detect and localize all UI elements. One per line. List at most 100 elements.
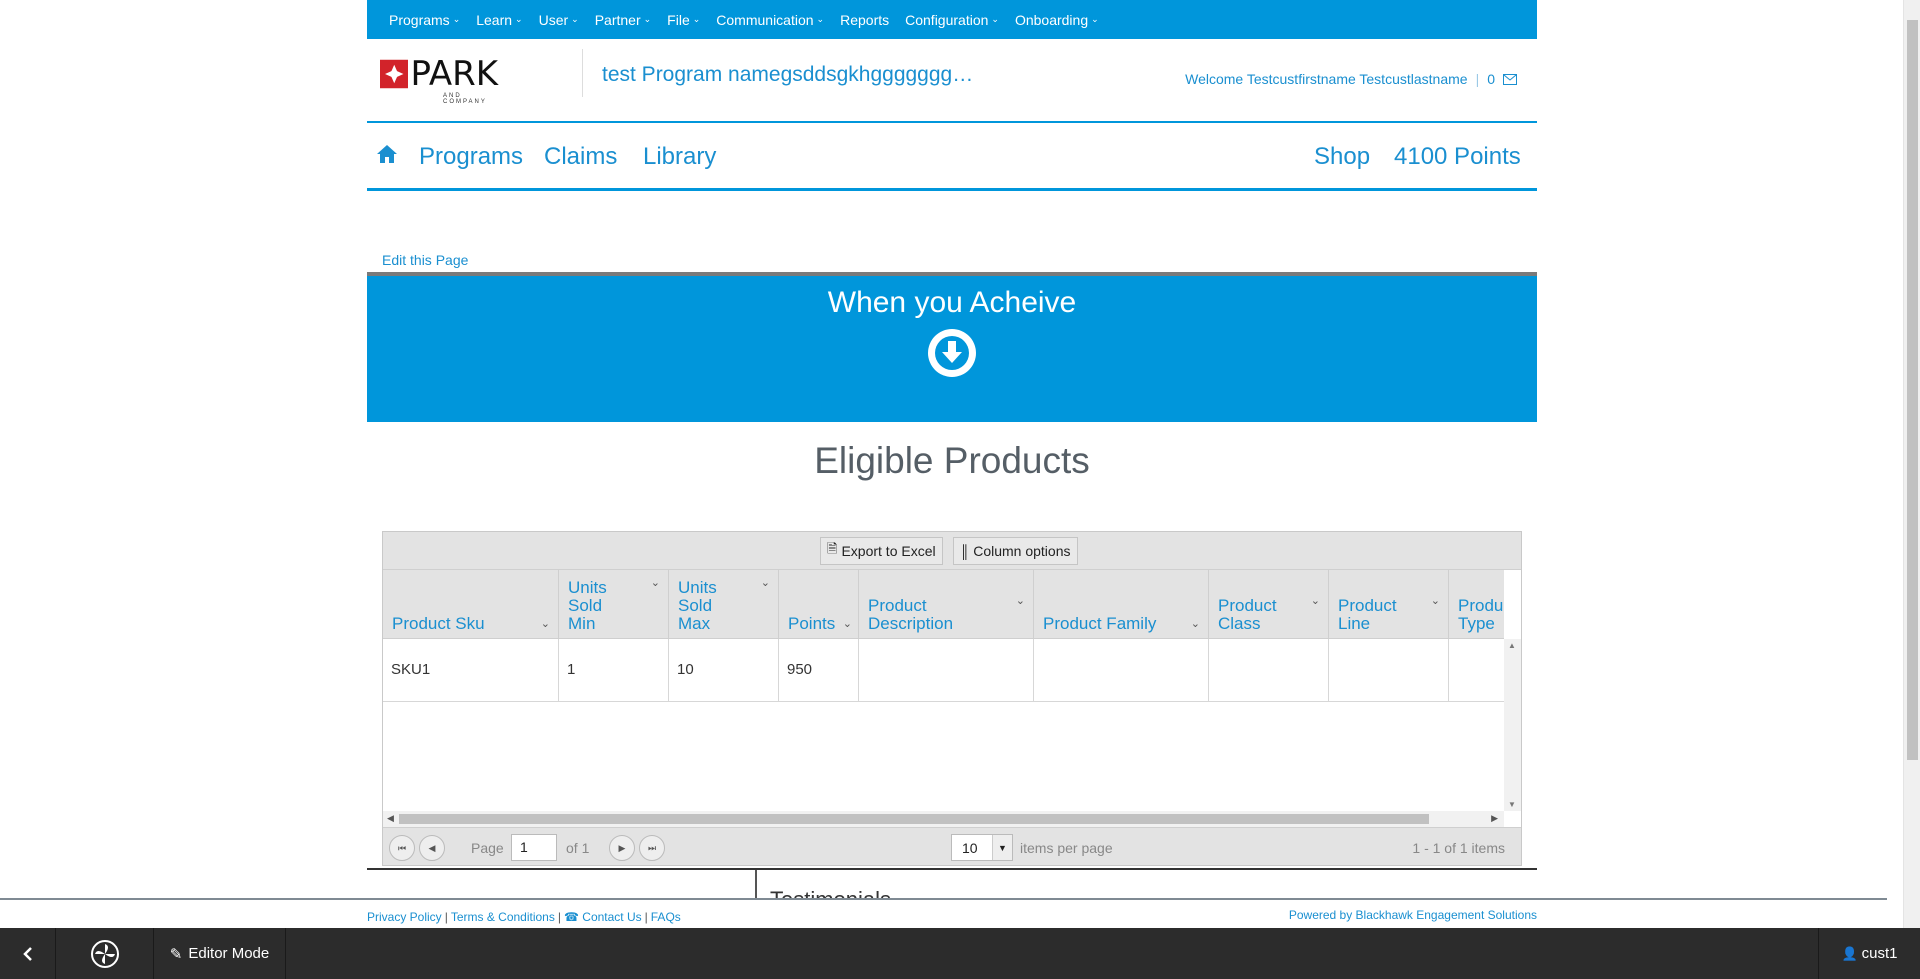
items-per-page-label: items per page: [1020, 840, 1113, 856]
editor-mode-button[interactable]: ✎ Editor Mode: [154, 928, 286, 979]
excel-icon: 🗎: [827, 541, 838, 556]
admin-nav-label: Reports: [840, 11, 890, 28]
scroll-right-icon[interactable]: ▶: [1491, 813, 1498, 824]
page-number-input[interactable]: 1: [511, 834, 557, 861]
footer-privacy-link[interactable]: Privacy Policy: [367, 910, 442, 924]
table-row[interactable]: SKU1 1 10 950: [383, 639, 1504, 702]
chevron-down-icon: ⌄: [452, 14, 461, 24]
chevron-down-icon[interactable]: ⌄: [1016, 594, 1025, 607]
cell-product-class: [1209, 639, 1329, 702]
program-name[interactable]: test Program namegsddsgkhggggggg…: [602, 63, 973, 87]
column-header-product-line[interactable]: Product Line ⌄: [1329, 570, 1449, 638]
chevron-down-icon[interactable]: ⌄: [843, 617, 852, 630]
admin-nav-file[interactable]: File ⌄: [667, 12, 700, 28]
column-header-product-family[interactable]: Product Family ⌄: [1034, 570, 1209, 638]
column-header-label: Points: [788, 614, 836, 633]
chevron-down-icon[interactable]: ⌄: [651, 576, 660, 589]
admin-nav-label: Partner: [594, 11, 641, 28]
park-logo[interactable]: PARK AND COMPANY: [380, 54, 498, 105]
pinwheel-logo-icon: [90, 939, 119, 968]
user-menu-button[interactable]: 👤 cust1: [1818, 928, 1920, 979]
admin-nav: Programs ⌄ Learn ⌄ User ⌄ Partner ⌄ File ⌄ Co…: [367, 0, 1537, 39]
next-page-icon[interactable]: ▶: [609, 835, 635, 861]
page-size-select[interactable]: 10 ▼: [951, 834, 1013, 861]
admin-nav-programs[interactable]: Programs ⌄: [389, 12, 460, 28]
column-header-label: Product Family: [1043, 614, 1157, 633]
admin-nav-communication[interactable]: Communication ⌄: [716, 12, 824, 28]
column-header-label: Product Sku: [392, 614, 485, 633]
footer-contact-link[interactable]: Contact Us: [582, 910, 641, 924]
scrollbar-thumb[interactable]: [1907, 20, 1918, 760]
grid-pager: ⏮ ◀ Page 1 of 1 ▶ ⏭ 10 ▼ items per page …: [383, 827, 1521, 865]
scroll-left-icon[interactable]: ◀: [387, 813, 394, 824]
nav-shop[interactable]: Shop: [1314, 143, 1370, 171]
scrollbar-thumb[interactable]: [399, 814, 1429, 824]
admin-nav-configuration[interactable]: Configuration ⌄: [905, 12, 999, 28]
separator: |: [644, 910, 648, 924]
chevron-down-icon[interactable]: ⌄: [1191, 617, 1200, 630]
column-header-units-sold-min[interactable]: Units Sold Min ⌄: [559, 570, 669, 638]
envelope-icon[interactable]: [1503, 73, 1517, 85]
chevron-down-icon[interactable]: ⌄: [1311, 594, 1320, 607]
export-excel-button[interactable]: 🗎 Export to Excel: [820, 537, 943, 565]
admin-nav-label: Learn: [476, 11, 513, 28]
last-page-icon[interactable]: ⏭: [639, 835, 665, 861]
column-header-label: Units Sold Max: [678, 578, 717, 633]
previous-page-icon[interactable]: ◀: [419, 835, 445, 861]
column-header-product-class[interactable]: Product Class ⌄: [1209, 570, 1329, 638]
chevron-down-icon: ⌄: [816, 14, 825, 24]
partial-section-heading: Testimonials: [770, 889, 891, 898]
scroll-up-icon[interactable]: ▲: [1508, 641, 1516, 650]
column-header-label: Units Sold Min: [568, 578, 607, 633]
chevron-down-icon: ⌄: [1091, 14, 1099, 24]
separator: |: [557, 910, 561, 924]
collapse-button[interactable]: [0, 928, 56, 979]
admin-nav-label: User: [538, 11, 569, 28]
admin-nav-learn[interactable]: Learn ⌄: [476, 12, 522, 28]
chevron-down-icon[interactable]: ⌄: [1431, 594, 1440, 607]
message-count[interactable]: 0: [1487, 71, 1495, 87]
cell-product-description: [859, 639, 1034, 702]
column-header-product-type[interactable]: Produ Type: [1449, 570, 1504, 638]
column-header-points[interactable]: Points ⌄: [779, 570, 859, 638]
admin-nav-onboarding[interactable]: Onboarding ⌄: [1015, 12, 1099, 28]
columns-icon: ║: [960, 543, 970, 559]
cell-product-line: [1329, 639, 1449, 702]
username-label: cust1: [1861, 945, 1898, 962]
nav-points[interactable]: 4100 Points: [1394, 143, 1521, 171]
column-divider: [755, 870, 757, 900]
chevron-down-icon[interactable]: ⌄: [761, 576, 770, 589]
powered-by-link[interactable]: Powered by Blackhawk Engagement Solution…: [1289, 908, 1537, 922]
column-header-units-sold-max[interactable]: Units Sold Max ⌄: [669, 570, 779, 638]
page-size-value: 10: [962, 840, 978, 856]
admin-nav-user[interactable]: User ⌄: [539, 12, 579, 28]
footer-faqs-link[interactable]: FAQs: [651, 910, 681, 924]
nav-programs[interactable]: Programs: [419, 143, 523, 171]
admin-nav-reports[interactable]: Reports: [840, 12, 889, 28]
nav-claims[interactable]: Claims: [544, 143, 617, 171]
grid-body: SKU1 1 10 950: [383, 639, 1504, 811]
pager-summary: 1 - 1 of 1 items: [1412, 840, 1505, 856]
home-icon[interactable]: [376, 143, 398, 165]
logo-wordmark: PARK: [410, 54, 498, 94]
chevron-down-icon: ⌄: [991, 14, 999, 24]
column-header-product-sku[interactable]: Product Sku ⌄: [383, 570, 559, 638]
column-options-button[interactable]: ║ Column options: [953, 537, 1078, 565]
admin-nav-partner[interactable]: Partner ⌄: [595, 12, 651, 28]
first-page-icon[interactable]: ⏮: [389, 835, 415, 861]
footer-terms-link[interactable]: Terms & Conditions: [451, 910, 555, 924]
banner-title: When you Acheive: [827, 286, 1077, 319]
app-logo-button[interactable]: [56, 928, 154, 979]
grid-horizontal-scrollbar[interactable]: ◀ ▶: [383, 811, 1504, 827]
chevron-down-icon[interactable]: ⌄: [541, 617, 550, 630]
edit-page-link[interactable]: Edit this Page: [382, 252, 468, 268]
page-scrollbar[interactable]: [1903, 0, 1920, 928]
grid-vertical-scrollbar[interactable]: ▲ ▼: [1504, 639, 1521, 811]
arrow-circle-down-icon: [928, 329, 976, 377]
column-header-product-description[interactable]: Product Description ⌄: [859, 570, 1034, 638]
welcome-text[interactable]: Welcome Testcustfirstname Testcustlastna…: [1185, 71, 1467, 87]
nav-library[interactable]: Library: [643, 143, 716, 171]
scroll-down-icon[interactable]: ▼: [1508, 800, 1516, 809]
cell-units-sold-min: 1: [559, 639, 669, 702]
section-title: Eligible Products: [814, 440, 1090, 481]
